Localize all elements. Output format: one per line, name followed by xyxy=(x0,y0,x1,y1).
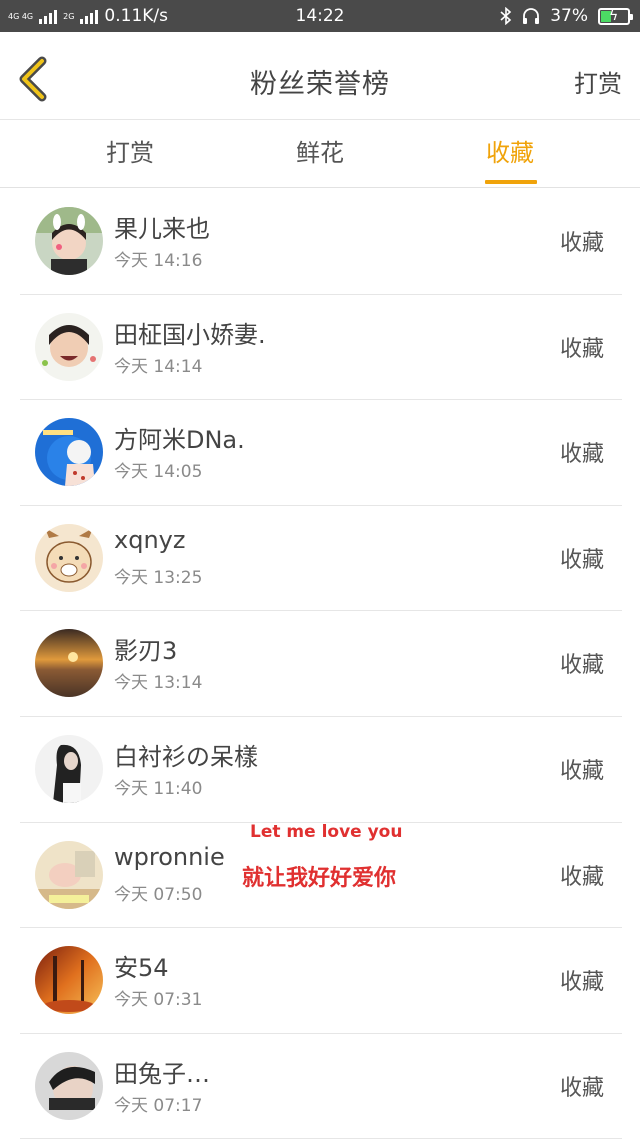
list-item[interactable]: 果儿来也 今天 14:16 收藏 xyxy=(20,189,622,295)
avatar xyxy=(35,418,103,487)
user-name: wpronnie xyxy=(114,842,225,871)
tab-label: 打赏 xyxy=(106,139,154,167)
active-tab-indicator xyxy=(485,180,537,184)
charging-icon: ϟ xyxy=(609,7,619,24)
action-label: 收藏 xyxy=(559,547,604,573)
user-name: 方阿米DNa. xyxy=(114,426,245,455)
avatar xyxy=(35,312,103,381)
timestamp: 今天 14:16 xyxy=(114,251,203,271)
page-title: 粉丝荣誉榜 xyxy=(250,69,390,100)
avatar xyxy=(35,523,103,592)
avatar xyxy=(35,840,103,909)
timestamp: 今天 07:31 xyxy=(114,990,203,1011)
user-name: 影刃3 xyxy=(114,637,178,666)
list-item[interactable]: 白衬衫の呆樣 今天 11:40 收藏 xyxy=(20,717,622,823)
fan-list: 果儿来也 今天 14:16 收藏 田柾国小娇妻. 今天 14:14 收藏 方阿米… xyxy=(0,189,640,1139)
action-label: 收藏 xyxy=(559,231,604,256)
avatar xyxy=(35,734,103,803)
avatar xyxy=(35,1051,103,1120)
user-name: 安54 xyxy=(114,954,169,983)
avatar xyxy=(35,629,103,698)
avatar xyxy=(35,207,103,275)
overlay-text-chinese: 就让我好好爱你 xyxy=(242,866,397,891)
user-name: 果儿来也 xyxy=(114,215,210,243)
action-label: 收藏 xyxy=(559,970,604,996)
action-label: 收藏 xyxy=(559,1075,604,1101)
list-item[interactable]: xqnyz 今天 13:25 收藏 xyxy=(20,506,622,612)
list-item[interactable]: 田柾国小娇妻. 今天 14:14 收藏 xyxy=(20,295,622,401)
tab-label: 鲜花 xyxy=(296,139,344,167)
headphones-icon xyxy=(523,8,540,24)
action-label: 收藏 xyxy=(559,442,604,468)
reward-button[interactable]: 打赏 xyxy=(574,64,622,99)
timestamp: 今天 07:17 xyxy=(114,1095,203,1116)
battery-icon: ϟ xyxy=(598,7,633,25)
battery-percent: 37% xyxy=(550,6,588,26)
timestamp: 今天 13:25 xyxy=(114,567,203,588)
action-label: 收藏 xyxy=(559,864,604,890)
overlay-text-english: Let me love you xyxy=(250,822,403,842)
action-label: 收藏 xyxy=(559,653,604,679)
user-name: 田柾国小娇妻. xyxy=(114,320,266,349)
tab-label: 收藏 xyxy=(486,139,534,167)
tab-reward[interactable]: 打赏 xyxy=(50,121,210,188)
action-label: 收藏 xyxy=(559,758,604,784)
bluetooth-icon xyxy=(500,7,512,25)
tab-bar: 打赏 鲜花 收藏 xyxy=(0,121,640,188)
user-name: 田兔子… xyxy=(114,1059,210,1088)
timestamp: 今天 07:50 xyxy=(114,884,203,905)
action-label: 收藏 xyxy=(559,336,604,362)
timestamp: 今天 14:05 xyxy=(114,462,203,483)
timestamp: 今天 11:40 xyxy=(114,778,203,799)
user-name: 白衬衫の呆樣 xyxy=(114,742,258,771)
tab-flowers[interactable]: 鲜花 xyxy=(240,121,400,188)
avatar xyxy=(35,946,103,1015)
tab-favorites[interactable]: 收藏 xyxy=(430,121,590,188)
header: 粉丝荣誉榜 打赏 xyxy=(0,32,640,120)
list-item[interactable]: 安54 今天 07:31 收藏 xyxy=(20,928,622,1034)
status-bar: 4G 4G 2G 0.11K/s 14:22 37% ϟ xyxy=(0,0,640,32)
list-item[interactable]: 方阿米DNa. 今天 14:05 收藏 xyxy=(20,400,622,506)
status-right: 37% ϟ xyxy=(500,0,633,32)
timestamp: 今天 14:14 xyxy=(114,356,203,377)
timestamp: 今天 13:14 xyxy=(114,673,203,694)
list-item[interactable]: 田兔子… 今天 07:17 收藏 xyxy=(20,1034,622,1139)
list-item[interactable]: 影刃3 今天 13:14 收藏 xyxy=(20,611,622,717)
user-name: xqnyz xyxy=(114,525,186,554)
